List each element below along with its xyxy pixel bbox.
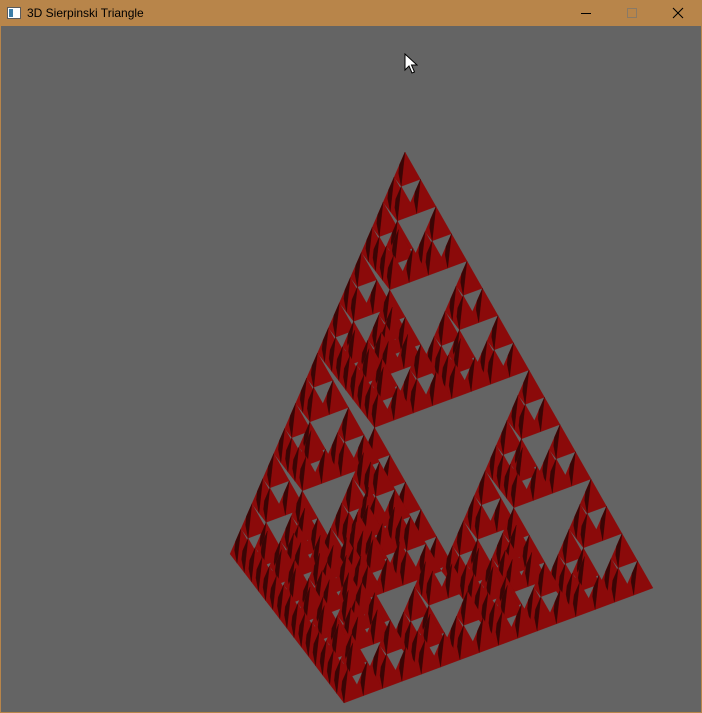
title-bar[interactable]: 3D Sierpinski Triangle	[1, 0, 701, 26]
minimize-button[interactable]	[563, 0, 609, 26]
maximize-icon	[627, 8, 637, 18]
window-controls	[563, 0, 701, 26]
app-window-icon[interactable]	[7, 7, 21, 19]
close-button[interactable]	[655, 0, 701, 26]
close-icon	[672, 7, 684, 19]
maximize-button[interactable]	[609, 0, 655, 26]
window-title: 3D Sierpinski Triangle	[27, 6, 144, 20]
sierpinski-pyramid	[229, 151, 654, 704]
render-viewport[interactable]	[1, 26, 701, 712]
app-window: 3D Sierpinski Triangle	[0, 0, 702, 713]
fractal-tetrahedra	[229, 151, 654, 704]
minimize-icon	[581, 13, 591, 14]
